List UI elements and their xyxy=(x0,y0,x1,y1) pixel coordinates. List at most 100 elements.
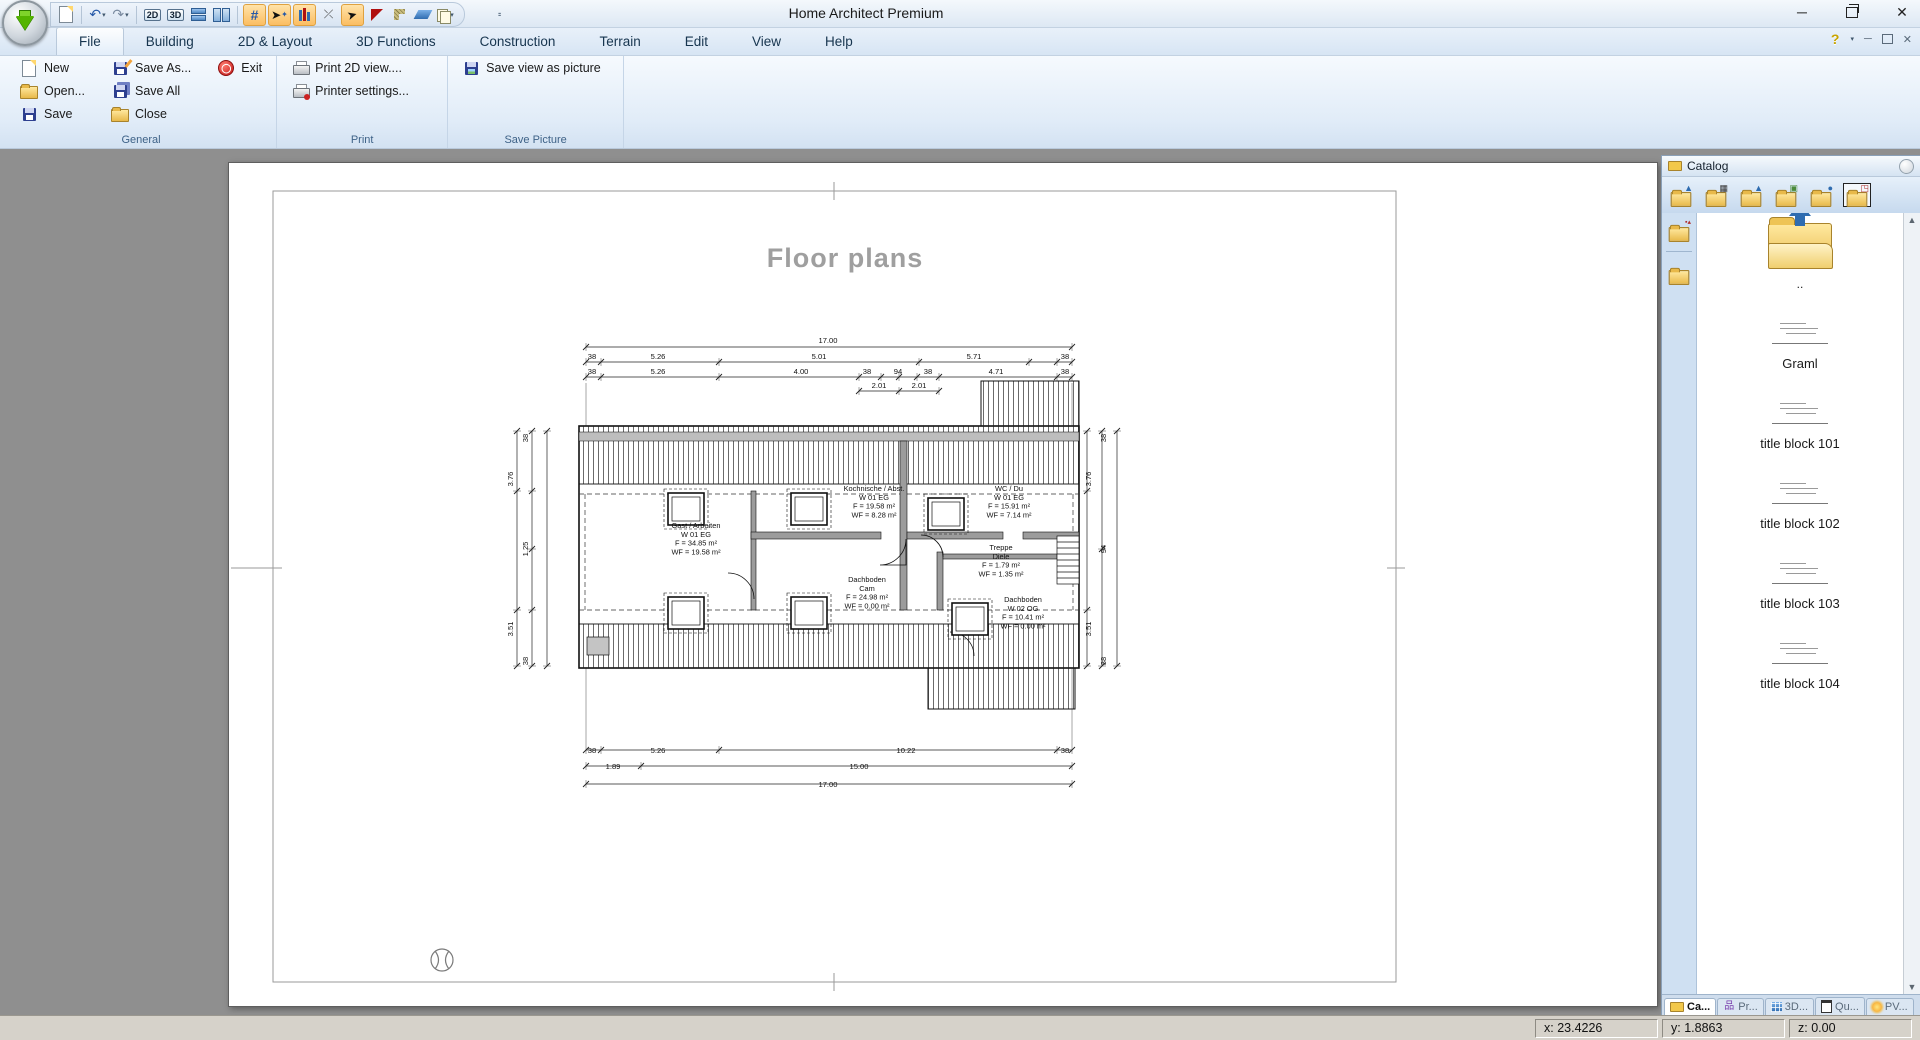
split-horizontal-icon[interactable] xyxy=(188,5,209,25)
ribbon-group-save-picture: Save view as picture Save Picture xyxy=(448,55,624,148)
catalog-item[interactable]: title block 102 xyxy=(1715,477,1885,531)
layout-sheet[interactable]: Floor plans xyxy=(228,162,1658,1007)
dimension-label: 5.26 xyxy=(651,352,666,361)
catalog-tool-up-icon[interactable]: ▲ xyxy=(1668,184,1694,206)
room-label: Gast / ArbeitenW 01 EGF = 34.85 m²WF = 1… xyxy=(671,521,721,556)
dimension-label: 38 xyxy=(588,352,596,361)
customize-qat-icon[interactable]: ⹀ xyxy=(498,7,501,21)
exit-icon: ◯ xyxy=(217,60,235,76)
help-dropdown-icon[interactable]: ▾ xyxy=(1850,35,1854,43)
document-close-icon[interactable]: ✕ xyxy=(1903,33,1912,46)
pointer-icon[interactable]: ➤ xyxy=(341,4,364,26)
menu-tab-3d-functions[interactable]: 3D Functions xyxy=(334,27,458,55)
catalog-header: Catalog xyxy=(1662,156,1920,177)
save-as-button[interactable]: Save As... xyxy=(107,59,195,77)
catalog-tab-qu[interactable]: Qu... xyxy=(1815,997,1865,1015)
document-minimize-icon[interactable]: ─ xyxy=(1864,33,1872,45)
view-3d-icon[interactable]: 3D xyxy=(165,5,186,25)
catalog-strip-objects-icon[interactable]: ▪▴ xyxy=(1666,219,1692,241)
save-view-as-picture-button[interactable]: Save view as picture xyxy=(458,59,605,77)
catalog-tool-windows-icon[interactable]: ▦ xyxy=(1703,184,1729,206)
scroll-up-icon[interactable]: ▲ xyxy=(1908,215,1917,225)
catalog-tool-internet-icon[interactable]: ● xyxy=(1808,184,1834,206)
catalog-tool-materials-icon[interactable]: ▣ xyxy=(1773,184,1799,206)
menu-tab-terrain[interactable]: Terrain xyxy=(577,27,662,55)
restore-button[interactable] xyxy=(1840,2,1864,22)
open-button[interactable]: Open... xyxy=(16,82,89,100)
catalog-item[interactable]: title block 103 xyxy=(1715,557,1885,611)
catalog-item[interactable]: title block 101 xyxy=(1715,397,1885,451)
drawing-canvas[interactable]: Floor plans xyxy=(0,148,1662,1015)
dimension-label: 3.51 xyxy=(1084,622,1093,637)
close-button-ribbon[interactable]: Close xyxy=(107,105,195,123)
print-2d-view-button[interactable]: Print 2D view.... xyxy=(287,59,413,77)
dimension-label: 2.01 xyxy=(872,381,887,390)
undo-icon[interactable]: ↶▾ xyxy=(87,5,108,25)
save-button[interactable]: Save xyxy=(16,105,89,123)
view-2d-icon[interactable]: 2D xyxy=(142,5,163,25)
roof-red-corner-icon[interactable] xyxy=(366,5,387,25)
stairs xyxy=(1057,536,1079,584)
smart-select-icon[interactable]: ➤✦ xyxy=(268,4,291,26)
layers-icon[interactable]: ▾ xyxy=(435,5,456,25)
folder-up-icon xyxy=(1768,223,1832,269)
help-icon[interactable]: ? xyxy=(1831,31,1840,47)
save-floppy-icon xyxy=(20,106,38,122)
catalog-tool-search-icon[interactable]: ◳ xyxy=(1843,183,1871,207)
grid-toggle-icon[interactable]: # xyxy=(243,4,266,26)
close-folder-icon xyxy=(111,106,129,122)
split-vertical-icon[interactable] xyxy=(211,5,232,25)
roof-hatch-corner-icon[interactable] xyxy=(389,5,410,25)
save-all-button[interactable]: Save All xyxy=(107,82,195,100)
catalog-strip-folder-icon[interactable] xyxy=(1666,262,1692,284)
menu-tab-building[interactable]: Building xyxy=(124,27,216,55)
catalog-item-label: title block 104 xyxy=(1760,676,1840,691)
project-tree-icon: 品 xyxy=(1723,1002,1735,1013)
menu-tab-2d-layout[interactable]: 2D & Layout xyxy=(216,27,334,55)
application-menu-button[interactable] xyxy=(2,0,48,46)
group-label-print: Print xyxy=(287,131,437,148)
catalog-tab-3d[interactable]: 3D... xyxy=(1765,998,1814,1015)
catalog-panel: Catalog ▲ ▦ ▲ ▣ ● ◳ ▪▴ .. xyxy=(1661,155,1920,1015)
exit-button[interactable]: ◯Exit xyxy=(213,59,266,77)
group-label-save-picture: Save Picture xyxy=(458,131,613,148)
dimension-label: 38 xyxy=(588,367,596,376)
catalog-tab-pr[interactable]: 品Pr... xyxy=(1717,998,1764,1015)
catalog-item-label: title block 101 xyxy=(1760,436,1840,451)
dimension-label: 38 xyxy=(1099,657,1108,665)
redo-icon[interactable]: ↷▾ xyxy=(110,5,131,25)
printer-settings-button[interactable]: Printer settings... xyxy=(287,82,413,100)
new-button[interactable]: New xyxy=(16,59,89,77)
catalog-title: Catalog xyxy=(1687,159,1728,173)
menu-tab-edit[interactable]: Edit xyxy=(663,27,730,55)
menu-tab-help[interactable]: Help xyxy=(803,27,875,55)
column-display-icon[interactable] xyxy=(293,4,316,26)
catalog-tool-objects-icon[interactable]: ▲ xyxy=(1738,184,1764,206)
dimension-label: 5.26 xyxy=(651,367,666,376)
minimize-button[interactable]: ─ xyxy=(1790,2,1814,22)
catalog-toolbar: ▲ ▦ ▲ ▣ ● ◳ xyxy=(1662,177,1920,213)
catalog-up-item[interactable]: .. xyxy=(1768,223,1832,291)
new-document-icon[interactable] xyxy=(55,5,76,25)
close-button[interactable]: ✕ xyxy=(1890,2,1914,22)
roof-plane-icon[interactable] xyxy=(412,5,433,25)
catalog-scrollbar[interactable]: ▲ ▼ xyxy=(1903,213,1920,994)
catalog-pin-icon[interactable] xyxy=(1899,159,1914,174)
catalog-item[interactable]: Graml xyxy=(1715,317,1885,371)
catalog-folder-icon xyxy=(1670,1002,1684,1012)
menu-tab-view[interactable]: View xyxy=(730,27,803,55)
menu-tab-construction[interactable]: Construction xyxy=(458,27,578,55)
catalog-tab-pv[interactable]: PV... xyxy=(1866,998,1914,1015)
logo-circle xyxy=(431,949,453,971)
catalog-item-label: title block 102 xyxy=(1760,516,1840,531)
menu-tab-file[interactable]: File xyxy=(56,27,124,55)
catalog-tab-ca[interactable]: Ca... xyxy=(1664,998,1716,1015)
axes-cross-icon[interactable]: ⤫ xyxy=(318,5,339,25)
document-restore-icon[interactable] xyxy=(1882,34,1893,44)
scroll-down-icon[interactable]: ▼ xyxy=(1908,982,1917,992)
3d-grid-icon xyxy=(1771,1002,1782,1012)
ribbon-tab-row: FileBuilding2D & Layout3D FunctionsConst… xyxy=(0,27,1920,56)
document-window-controls: ? ▾ ─ ✕ xyxy=(1831,31,1912,47)
coordinate-y: y: 1.8863 xyxy=(1662,1019,1785,1038)
catalog-item[interactable]: title block 104 xyxy=(1715,637,1885,691)
